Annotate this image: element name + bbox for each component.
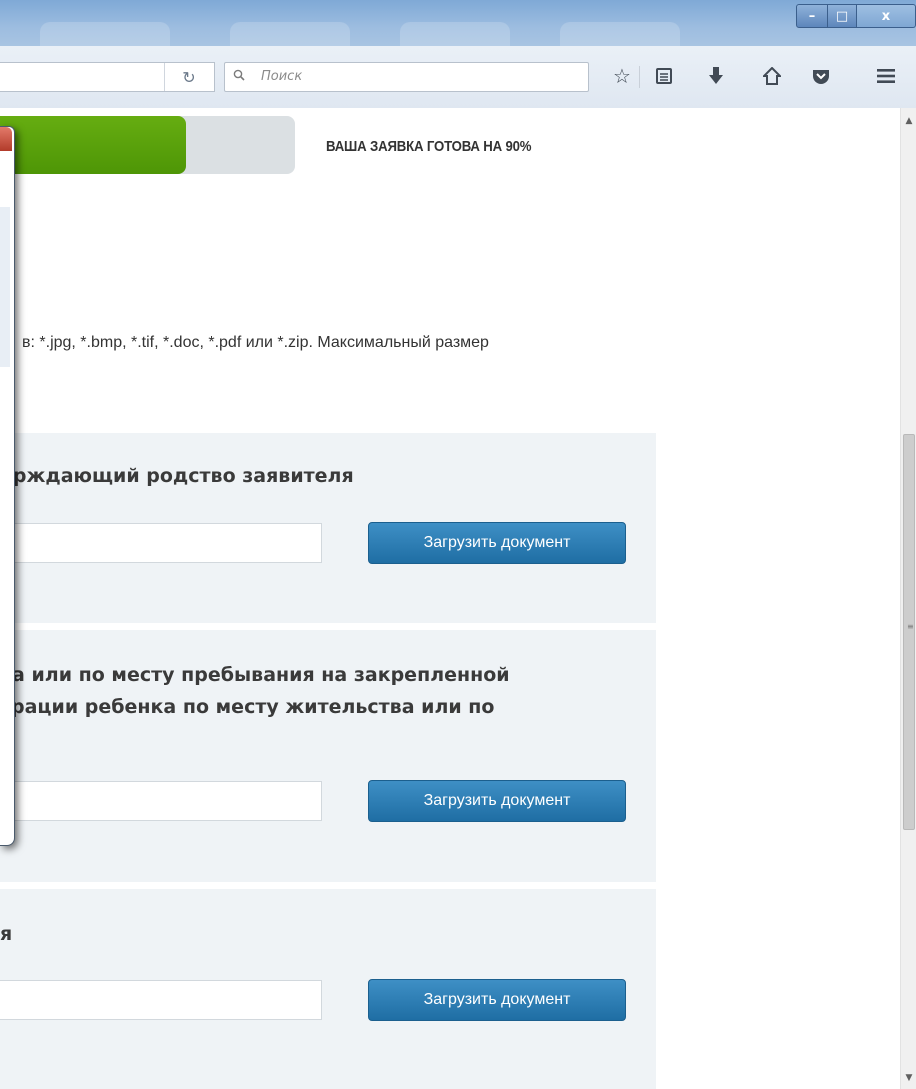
download-arrow-icon [709,67,723,84]
search-input[interactable]: Поиск [224,62,589,92]
upload-document-button[interactable]: Загрузить документ [368,780,626,822]
hamburger-icon [877,69,895,83]
allowed-formats-text: в: *.jpg, *.bmp, *.tif, *.doc, *.pdf или… [22,334,489,351]
progress-label: ВАША ЗАЯВКА ГОТОВА НА 90% [326,138,532,155]
progress-fill [0,116,186,174]
tab-blur[interactable] [40,22,170,46]
menu-hamburger-icon[interactable] [873,63,899,89]
toolbar-separator [639,66,640,88]
file-path-input[interactable] [0,523,322,563]
section-title-line: трации ребенка по месту жительства или п… [0,696,495,718]
section-title: ерждающий родство заявителя [0,465,354,487]
file-path-input[interactable] [0,980,322,1020]
minimize-button[interactable]: – [796,4,828,28]
upload-document-button[interactable]: Загрузить документ [368,979,626,1021]
url-bar[interactable]: ↻ [0,62,215,92]
upload-section: я Загрузить документ [0,889,656,1089]
section-title-line: ва или по месту пребывания на закрепленн… [0,664,510,686]
dialog-panel-strip [0,207,10,367]
bookmarks-list-icon [656,68,672,84]
tab-blur[interactable] [230,22,350,46]
close-button[interactable]: x [857,4,916,28]
reload-icon[interactable]: ↻ [164,63,213,91]
upload-section: ерждающий родство заявителя Загрузить до… [0,433,656,623]
pocket-icon[interactable] [808,63,834,89]
scroll-down-arrow-icon[interactable]: ▼ [901,1069,916,1087]
scrollbar-thumb[interactable]: ≡ [903,434,915,830]
file-path-input[interactable] [0,781,322,821]
home-icon[interactable] [759,63,785,89]
section-title: я [0,923,13,945]
page-content: ВАША ЗАЯВКА ГОТОВА НА 90% в: *.jpg, *.bm… [0,108,900,1089]
scroll-up-arrow-icon[interactable]: ▲ [901,112,916,130]
search-icon [233,69,245,81]
window-controls: – □ x [796,0,916,32]
bookmark-star-icon[interactable]: ☆ [609,63,635,89]
upload-document-button[interactable]: Загрузить документ [368,522,626,564]
dialog-close-corner[interactable] [0,127,12,151]
maximize-button[interactable]: □ [828,4,857,28]
upload-section: ва или по месту пребывания на закрепленн… [0,630,656,882]
progress-bar [0,116,295,174]
vertical-scrollbar[interactable]: ▲ ≡ ▼ [900,108,916,1089]
browser-toolbar: ↻ Поиск ☆ [0,46,916,109]
download-icon[interactable] [703,63,729,89]
reading-list-icon[interactable] [651,63,677,89]
search-placeholder: Поиск [261,69,303,84]
tab-blur[interactable] [560,22,680,46]
pocket-shield-icon [813,70,829,84]
overlapping-dialog-edge[interactable] [0,126,15,846]
house-icon [763,67,781,85]
grip-icon: ≡ [907,622,914,631]
window-titlebar: – □ x [0,0,916,46]
tab-blur[interactable] [400,22,510,46]
